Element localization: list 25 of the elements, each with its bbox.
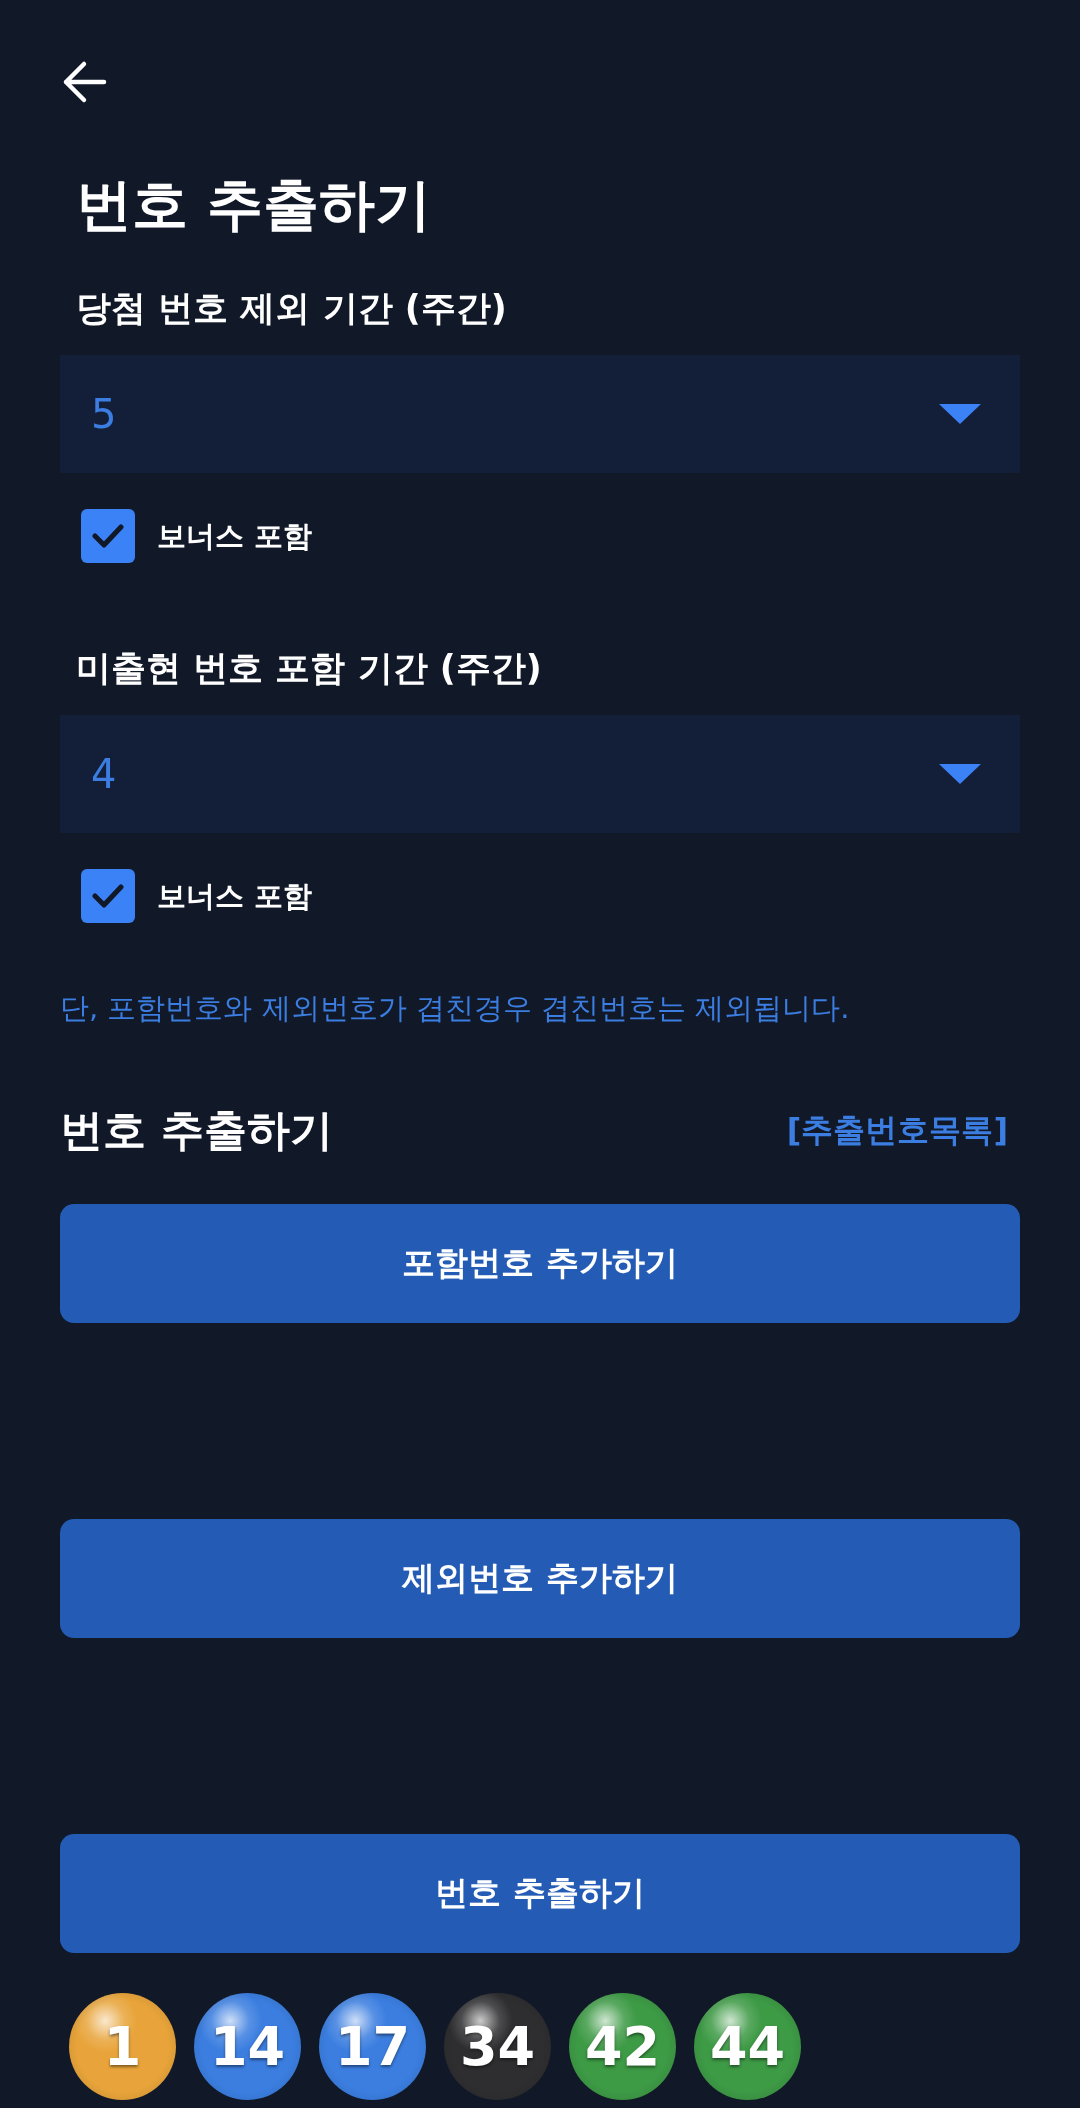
checkbox[interactable] [81,869,135,923]
checkbox-label: 보너스 포함 [157,878,313,915]
checkmark-icon [92,884,124,908]
page-title: 번호 추출하기 [76,171,432,239]
field-label: 당첨 번호 제외 기간 (주간) [76,287,507,330]
lottery-ball: 14 [194,1993,301,2100]
notice-text: 단, 포함번호와 제외번호가 겹친경우 겹친번호는 제외됩니다. [60,990,850,1027]
add-excluded-numbers-button[interactable]: 제외번호 추가하기 [60,1519,1020,1638]
lottery-ball: 42 [569,1993,676,2100]
caret-icon [939,764,981,784]
caret-icon [939,404,981,424]
lottery-ball: 1 [69,1993,176,2100]
dropdown-field[interactable]: 4 [60,715,1020,833]
checkbox[interactable] [81,509,135,563]
checkbox-label: 보너스 포함 [157,518,313,555]
lottery-ball: 17 [319,1993,426,2100]
lottery-ball: 34 [444,1993,551,2100]
lottery-ball: 44 [694,1993,801,2100]
add-included-numbers-button[interactable]: 포함번호 추가하기 [60,1204,1020,1323]
section-title: 번호 추출하기 [60,1104,333,1157]
field-label: 미출현 번호 포함 기간 (주간) [76,647,542,690]
dropdown-field[interactable]: 5 [60,355,1020,473]
history-list-link[interactable]: [추출번호목록] [786,1110,1008,1150]
extract-numbers-button[interactable]: 번호 추출하기 [60,1834,1020,1953]
checkmark-icon [92,524,124,548]
